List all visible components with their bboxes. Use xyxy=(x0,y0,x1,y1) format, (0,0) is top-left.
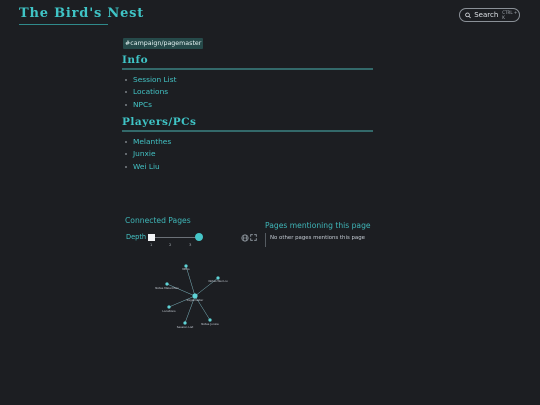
graph-node-label: Session List xyxy=(177,325,194,329)
graph-node-label: Notes Junxie xyxy=(201,322,219,326)
graph-node-label: Pagemaster xyxy=(187,298,204,302)
connected-pages-graph[interactable]: NPCs Notes Wei Liu Notes Melanthes Location… xyxy=(0,0,540,405)
graph-edges xyxy=(166,265,219,324)
graph-node-label: Locations xyxy=(162,309,176,313)
graph-node-label: Notes Melanthes xyxy=(155,286,179,290)
graph-nodes: NPCs Notes Wei Liu Notes Melanthes Location… xyxy=(155,264,228,329)
graph-node-label: NPCs xyxy=(182,267,190,271)
graph-node-label: Notes Wei Liu xyxy=(208,279,227,283)
